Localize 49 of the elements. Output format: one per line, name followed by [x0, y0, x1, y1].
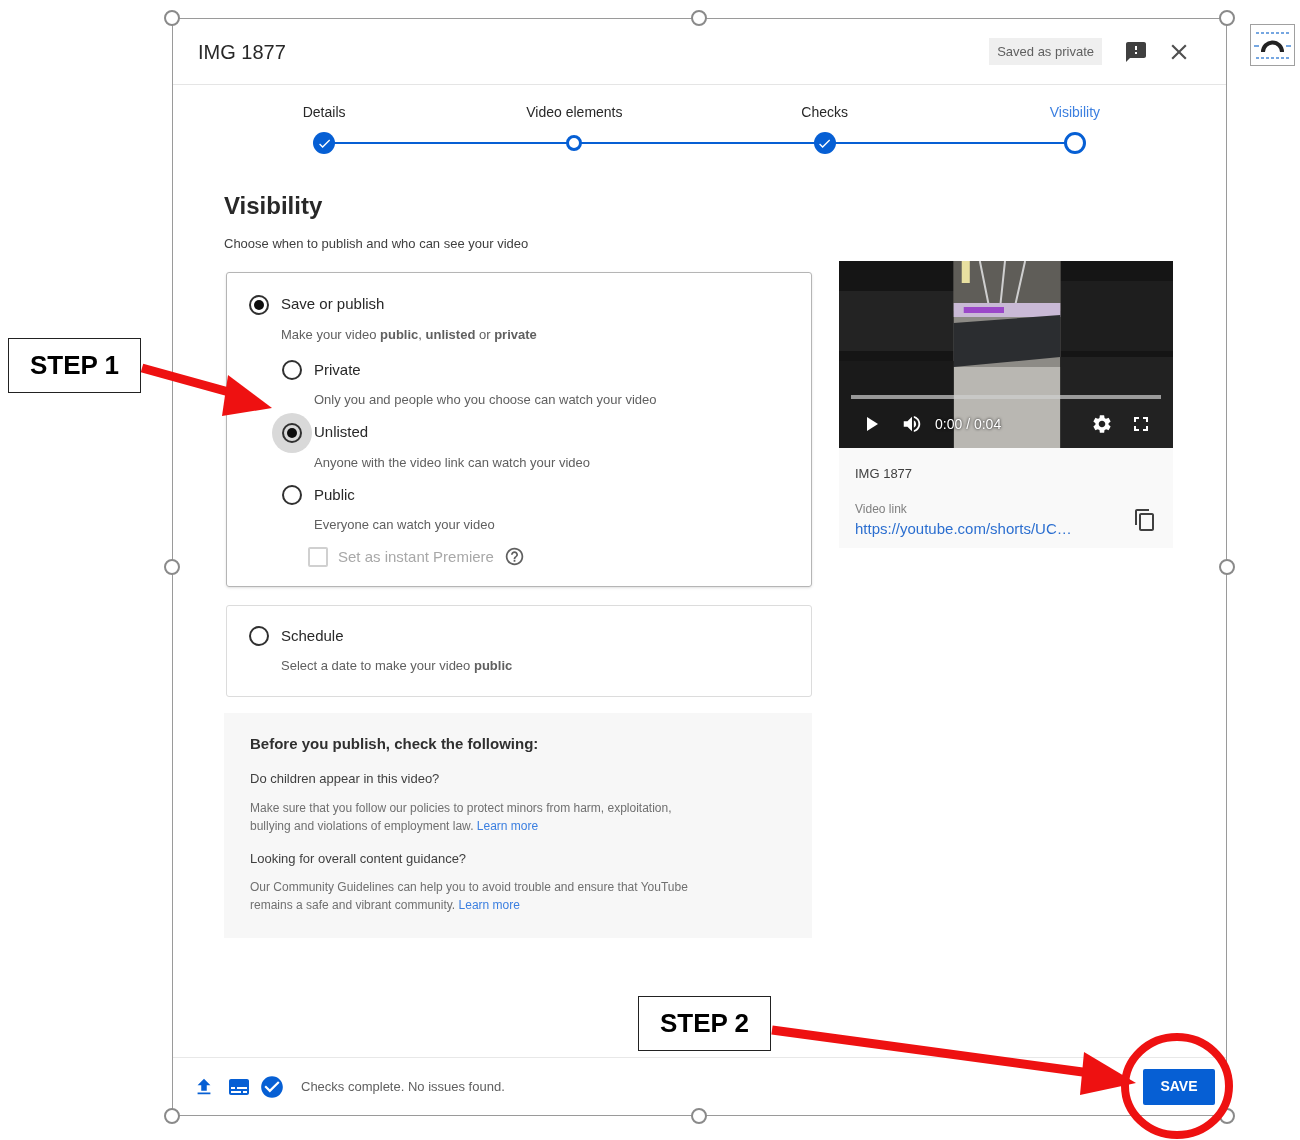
- step-callout: STEP 1: [8, 338, 141, 393]
- step-label[interactable]: Checks: [801, 102, 848, 123]
- step-label[interactable]: Visibility: [1049, 102, 1101, 123]
- notice-text: Our Community Guidelines can help you to avoid trouble and ensure that YouTube remains a safe and vibrant community. Learn more: [250, 879, 689, 914]
- settings-icon[interactable]: [1091, 413, 1113, 435]
- option-description: Make your video public, unlisted or private: [281, 325, 538, 344]
- feedback-icon[interactable]: [1124, 39, 1148, 64]
- step-callout: STEP 2: [638, 996, 771, 1051]
- option-description: Everyone can watch your video: [314, 516, 496, 534]
- notice-question: Looking for overall content guidance?: [250, 849, 468, 868]
- notice-heading: Before you publish, check the following:: [250, 733, 540, 754]
- section-heading: Visibility: [224, 191, 324, 221]
- option-label[interactable]: Unlisted: [314, 421, 369, 444]
- selection-handle[interactable]: [1219, 559, 1235, 575]
- learn-more-link[interactable]: Learn more: [476, 818, 539, 833]
- notice-text: Make sure that you follow our policies to protect minors from harm, exploitation, bullying and violations of employment law. Learn more: [250, 799, 673, 835]
- status-badge: Saved as private: [989, 37, 1102, 66]
- option-label[interactable]: Schedule: [281, 624, 344, 648]
- checkbox-label: Set as instant Premiere: [338, 546, 494, 567]
- selection-handle[interactable]: [691, 10, 707, 26]
- status-text: Checks complete. No issues found.: [301, 1077, 505, 1096]
- selection-handle[interactable]: [164, 559, 180, 575]
- video-title: IMG 1877: [855, 465, 914, 483]
- notice-question: Do children appear in this video?: [250, 770, 441, 788]
- option-description: Anyone with the video link can watch your video: [314, 453, 592, 472]
- selection-handle[interactable]: [691, 1108, 707, 1124]
- help-icon[interactable]: [503, 546, 525, 568]
- section-subtitle: Choose when to publish and who can see your video: [224, 235, 530, 253]
- layout-options-icon[interactable]: [1250, 24, 1295, 66]
- selection-handle[interactable]: [164, 10, 180, 26]
- step-label[interactable]: Details: [302, 102, 346, 123]
- option-label[interactable]: Save or publish: [281, 293, 385, 316]
- volume-icon[interactable]: [901, 413, 923, 435]
- learn-more-link[interactable]: Learn more: [458, 898, 520, 912]
- video-link[interactable]: https://youtube.com/shorts/UC…: [855, 517, 1072, 540]
- check-icon[interactable]: [259, 1073, 285, 1100]
- radio-button[interactable]: [272, 412, 312, 453]
- video-link-label: Video link: [855, 500, 908, 518]
- copy-icon[interactable]: [1133, 508, 1157, 532]
- selection-handle[interactable]: [1219, 10, 1235, 26]
- option-description: Only you and people who you choose can watch your video: [314, 391, 658, 409]
- option-description: Select a date to make your video public: [281, 657, 514, 675]
- progress-track[interactable]: [851, 395, 1161, 399]
- option-label[interactable]: Public: [314, 483, 355, 507]
- save-button[interactable]: SAVE: [1143, 1068, 1215, 1105]
- option-label[interactable]: Private: [314, 358, 361, 382]
- dialog-title: IMG 1877: [198, 39, 286, 65]
- step-label[interactable]: Video elements: [526, 102, 623, 123]
- selection-handle[interactable]: [164, 1108, 180, 1124]
